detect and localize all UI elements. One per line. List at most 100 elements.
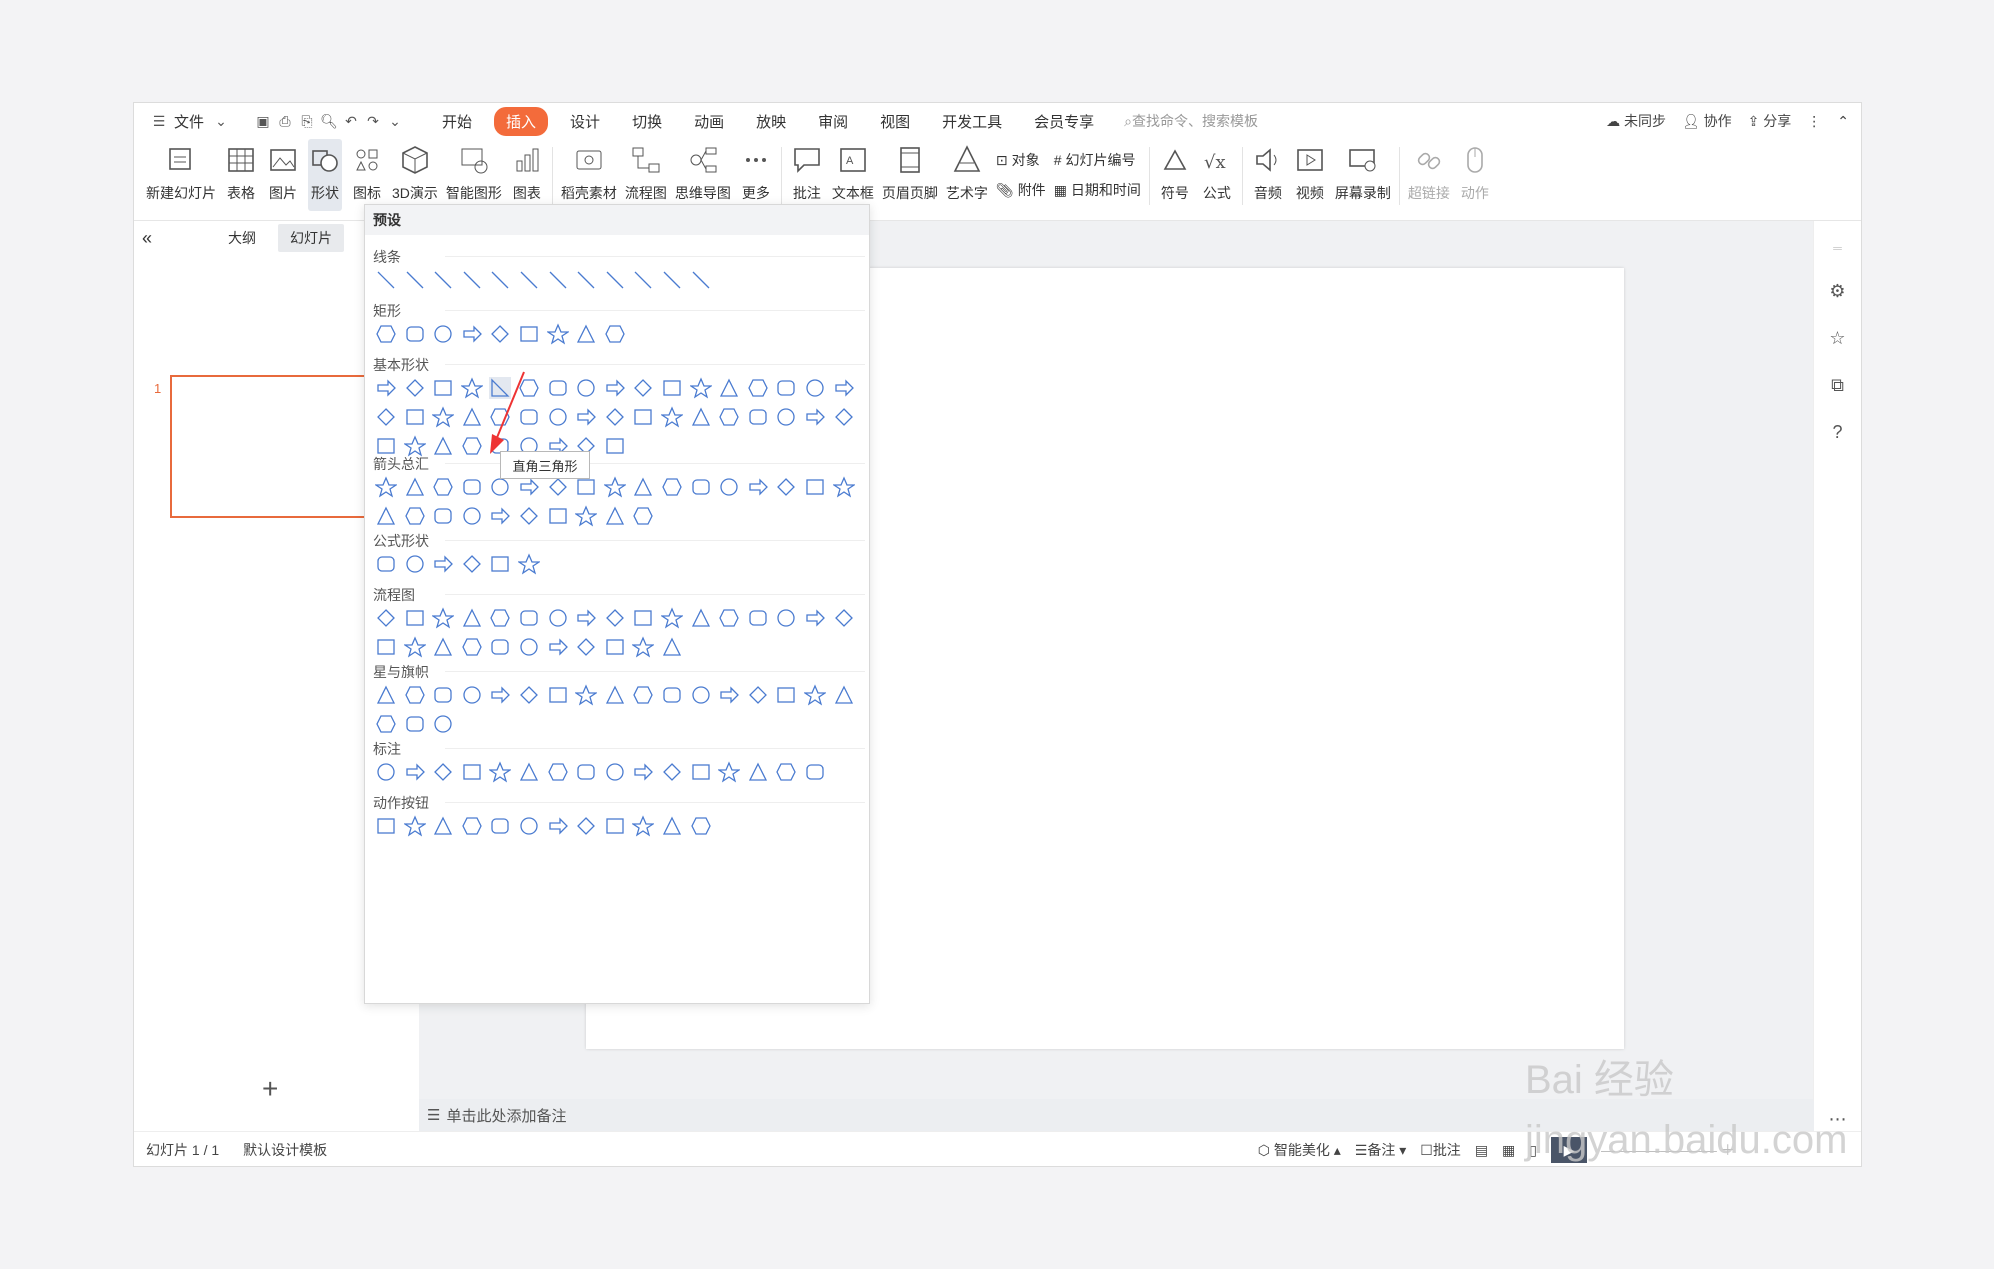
ribbon-table-button[interactable]: 表格 — [224, 139, 258, 211]
shape-item[interactable] — [775, 406, 797, 428]
shape-item[interactable] — [659, 607, 685, 629]
shape-item[interactable] — [604, 406, 626, 428]
add-slide-button[interactable]: + — [262, 1073, 278, 1105]
shape-item[interactable] — [659, 406, 685, 428]
shape-item[interactable] — [804, 377, 826, 399]
shape-item[interactable] — [489, 269, 511, 291]
menu-animation[interactable]: 动画 — [678, 111, 740, 132]
shape-item[interactable] — [575, 815, 597, 837]
shape-item[interactable] — [432, 713, 454, 735]
shape-item[interactable] — [432, 323, 454, 345]
shape-item[interactable] — [718, 607, 740, 629]
shape-item[interactable] — [489, 476, 511, 498]
shape-item[interactable] — [431, 406, 456, 428]
shape-item[interactable] — [547, 815, 569, 837]
template-name[interactable]: 默认设计模板 — [231, 1140, 339, 1160]
shape-item[interactable] — [402, 815, 427, 837]
shape-item[interactable] — [775, 684, 797, 706]
shape-item[interactable] — [690, 476, 712, 498]
undo-icon[interactable]: ↶ — [340, 110, 362, 132]
more-vertical-icon[interactable]: ⋮ — [1807, 113, 1821, 130]
shape-item[interactable] — [375, 377, 397, 399]
shape-item[interactable] — [661, 815, 683, 837]
chevron-down-icon[interactable]: ⌄ — [210, 110, 232, 132]
shape-item[interactable] — [547, 684, 569, 706]
shape-item[interactable] — [404, 684, 426, 706]
shape-item[interactable] — [604, 815, 626, 837]
shape-item[interactable] — [432, 761, 454, 783]
ribbon-symbol-button[interactable]: 符号 — [1158, 139, 1192, 211]
shape-item[interactable] — [575, 636, 597, 658]
shape-item[interactable] — [747, 607, 769, 629]
datetime-button[interactable]: ▦ 日期和时间 — [1054, 180, 1141, 200]
shape-item[interactable] — [575, 269, 597, 291]
shape-item[interactable] — [632, 406, 654, 428]
shape-item[interactable] — [718, 476, 740, 498]
shape-item[interactable] — [404, 761, 426, 783]
shape-item[interactable] — [775, 607, 797, 629]
shape-item[interactable] — [747, 377, 769, 399]
shape-item[interactable] — [375, 684, 397, 706]
shape-item[interactable] — [804, 476, 826, 498]
shape-item[interactable] — [432, 269, 454, 291]
shape-item[interactable] — [404, 607, 426, 629]
shape-item[interactable] — [375, 553, 397, 575]
shape-item[interactable] — [432, 505, 454, 527]
shape-item[interactable] — [602, 476, 627, 498]
shape-item[interactable] — [718, 377, 740, 399]
shape-item[interactable] — [604, 636, 626, 658]
shape-item[interactable] — [547, 377, 569, 399]
menu-transition[interactable]: 切换 — [616, 111, 678, 132]
menu-design[interactable]: 设计 — [554, 111, 616, 132]
shape-item[interactable] — [518, 476, 540, 498]
beautify-button[interactable]: ⬡ 智能美化 ▴ — [1258, 1140, 1341, 1160]
shape-item[interactable] — [461, 476, 483, 498]
shape-item[interactable] — [404, 269, 426, 291]
shape-item[interactable] — [432, 377, 454, 399]
shape-item[interactable] — [690, 761, 712, 783]
shape-item[interactable] — [688, 377, 713, 399]
shape-item[interactable] — [604, 323, 626, 345]
shape-item[interactable] — [404, 377, 426, 399]
shape-item[interactable] — [604, 761, 626, 783]
shape-item[interactable] — [631, 636, 656, 658]
shape-item[interactable] — [404, 406, 426, 428]
file-menu[interactable]: 文件 — [174, 111, 204, 132]
comments-button[interactable]: ☐批注 — [1420, 1140, 1461, 1160]
shape-item[interactable] — [489, 684, 511, 706]
shape-item[interactable] — [375, 505, 397, 527]
shape-item[interactable] — [404, 505, 426, 527]
shape-item[interactable] — [661, 269, 683, 291]
menu-review[interactable]: 审阅 — [802, 111, 864, 132]
shape-item[interactable] — [432, 815, 454, 837]
sync-button[interactable]: ☁ 未同步 — [1606, 111, 1666, 131]
shape-item[interactable] — [375, 636, 397, 658]
shape-item[interactable] — [690, 269, 712, 291]
shape-item[interactable] — [632, 607, 654, 629]
share-button[interactable]: ⇪ 分享 — [1748, 111, 1792, 131]
save-icon[interactable]: ▣ — [252, 110, 274, 132]
shape-item[interactable] — [632, 269, 654, 291]
shape-item[interactable] — [431, 607, 456, 629]
tab-slides[interactable]: 幻灯片 — [278, 224, 345, 252]
shape-item[interactable] — [547, 607, 569, 629]
shape-item[interactable] — [632, 761, 654, 783]
print-icon[interactable]: ⎘ — [296, 110, 318, 132]
redo-icon[interactable]: ↷ — [362, 110, 384, 132]
shape-item[interactable] — [747, 684, 769, 706]
shape-item[interactable] — [518, 269, 540, 291]
shape-item[interactable] — [518, 684, 540, 706]
customize-icon[interactable]: ⌄ — [384, 110, 406, 132]
ribbon-formula-button[interactable]: √x 公式 — [1200, 139, 1234, 211]
shape-item[interactable] — [432, 476, 454, 498]
print-preview-icon[interactable]: ⎙ — [274, 110, 296, 132]
ribbon-picture-button[interactable]: 图片 — [266, 139, 300, 211]
shape-item[interactable] — [690, 607, 712, 629]
shape-item[interactable] — [661, 377, 683, 399]
shape-item[interactable] — [802, 684, 828, 706]
shape-item[interactable] — [604, 505, 626, 527]
shape-item[interactable] — [518, 761, 540, 783]
shape-item[interactable] — [575, 607, 597, 629]
shape-item[interactable] — [547, 269, 569, 291]
ribbon-mindmap-button[interactable]: 思维导图 — [675, 139, 731, 211]
